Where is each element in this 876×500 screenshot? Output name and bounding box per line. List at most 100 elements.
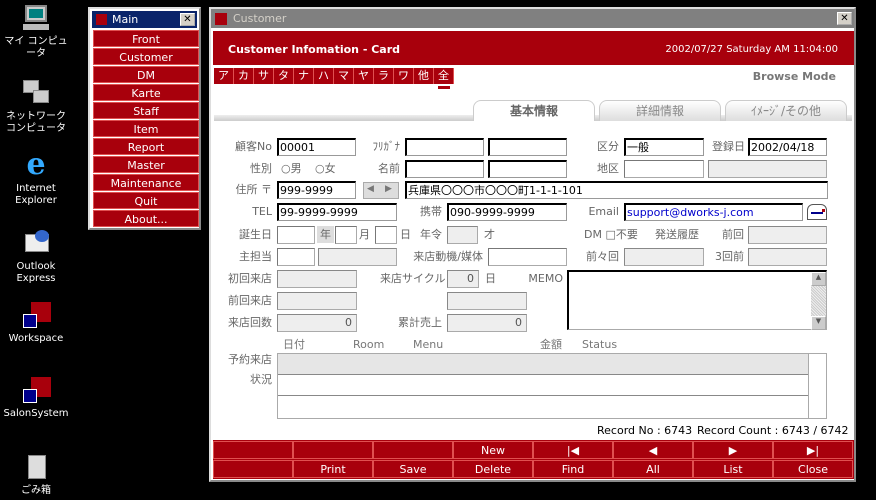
footer-prev-button[interactable]: ◀ (613, 441, 693, 459)
close-icon[interactable]: ✕ (180, 13, 195, 26)
dm-last-input[interactable] (748, 226, 827, 244)
area-name-input[interactable] (708, 160, 827, 178)
footer-first-button[interactable]: |◀ (533, 441, 613, 459)
birth-year-input[interactable] (277, 226, 315, 244)
menu-item-item[interactable]: Item (93, 120, 199, 137)
kana-filter-button[interactable]: 全 (434, 68, 454, 84)
footer-close-button[interactable]: Close (773, 460, 853, 478)
kana-filter-button[interactable]: ナ (294, 68, 314, 84)
footer-print-button[interactable]: Print (293, 460, 373, 478)
footer-save-button[interactable]: Save (373, 460, 453, 478)
footer-list-button[interactable]: List (693, 460, 773, 478)
menu-item-dm[interactable]: DM (93, 66, 199, 83)
footer-delete-button[interactable]: Delete (453, 460, 533, 478)
kana-filter-button[interactable]: ワ (394, 68, 414, 84)
name-last-input[interactable] (405, 160, 484, 178)
main-title-bar[interactable]: Main ✕ (92, 11, 197, 28)
menu-item-karte[interactable]: Karte (93, 84, 199, 101)
menu-item-quit[interactable]: Quit (93, 192, 199, 209)
scroll-down-icon[interactable]: ▼ (811, 316, 826, 330)
status-label-label: 状況 (250, 373, 272, 386)
last-visit-extra-input[interactable] (447, 292, 527, 310)
footer-all-button[interactable]: All (613, 460, 693, 478)
visit-count-input[interactable]: 0 (277, 314, 357, 332)
footer-next-button[interactable]: ▶ (693, 441, 773, 459)
menu-item-maintenance[interactable]: Maintenance (93, 174, 199, 191)
table-row[interactable] (278, 354, 808, 375)
age-input[interactable] (447, 226, 478, 244)
menu-item-master[interactable]: Master (93, 156, 199, 173)
tab-basic[interactable]: 基本情報 (473, 100, 595, 121)
scroll-up-icon[interactable]: ▲ (811, 272, 826, 286)
mobile-input[interactable]: 090-9999-9999 (447, 203, 567, 221)
name-first-input[interactable] (488, 160, 567, 178)
kana-filter-button[interactable]: ラ (374, 68, 394, 84)
total-sales-input[interactable]: 0 (447, 314, 527, 332)
internet-explorer-icon: e (26, 147, 46, 182)
footer-last-button[interactable]: ▶| (773, 441, 853, 459)
prev-arrow-icon[interactable]: ◀ (367, 184, 374, 194)
column-header: Menu (413, 338, 444, 351)
year-button[interactable]: 年 (317, 226, 334, 243)
first-visit-label: 初回来店 (228, 272, 272, 285)
kana-filter-button[interactable]: サ (254, 68, 274, 84)
desktop-icon-recycle-bin[interactable]: ごみ箱 (0, 452, 72, 497)
record-count: Record Count : 6743 / 6742 (697, 424, 849, 437)
icon-label: マイ コンピュータ (4, 36, 68, 59)
birth-month-input[interactable] (335, 226, 357, 244)
category-input[interactable]: 一般 (624, 138, 704, 156)
staff-input[interactable] (277, 248, 315, 266)
tel-input[interactable]: 99-9999-9999 (277, 203, 397, 221)
table-row[interactable] (278, 396, 808, 417)
send-email-icon[interactable] (807, 204, 827, 220)
close-icon[interactable]: ✕ (837, 12, 852, 25)
footer-new-button[interactable]: New (453, 441, 533, 459)
kana-filter-button[interactable]: ア (214, 68, 234, 84)
menu-item-report[interactable]: Report (93, 138, 199, 155)
kana-filter-button[interactable]: 他 (414, 68, 434, 84)
customer-title-bar[interactable]: Customer ✕ (211, 9, 854, 28)
desktop-icon-network[interactable]: ネットワーク コンピュータ (0, 78, 72, 135)
kana-filter-button[interactable]: ヤ (354, 68, 374, 84)
area-input[interactable] (624, 160, 704, 178)
menu-item-customer[interactable]: Customer (93, 48, 199, 65)
menu-item-about[interactable]: About... (93, 210, 199, 227)
mobile-label: 携帯 (420, 205, 442, 218)
column-header: 金額 (540, 338, 562, 351)
memo-scrollbar[interactable]: ▲ ▼ (811, 272, 826, 330)
next-arrow-icon[interactable]: ▶ (385, 184, 392, 194)
staff-name-input[interactable] (318, 248, 397, 266)
last-visit-input[interactable] (277, 292, 357, 310)
kana-filter-button[interactable]: タ (274, 68, 294, 84)
zip-input[interactable]: 999-9999 (277, 181, 356, 199)
customer-no-input[interactable]: 00001 (277, 138, 356, 156)
kana-filter-button[interactable]: カ (234, 68, 254, 84)
kana-filter-button[interactable]: マ (334, 68, 354, 84)
menu-item-front[interactable]: Front (93, 30, 199, 47)
desktop-icon-ie[interactable]: e Internet Explorer (0, 150, 72, 207)
desktop-icon-outlook[interactable]: Outlook Express (0, 228, 72, 285)
cycle-input[interactable]: 0 (447, 270, 479, 288)
dm-before-last-input[interactable] (624, 248, 704, 266)
registered-date-input[interactable]: 2002/04/18 (748, 138, 827, 156)
birth-day-input[interactable] (375, 226, 397, 244)
motive-input[interactable] (488, 248, 567, 266)
desktop-icon-my-computer[interactable]: マイ コンピュータ (0, 3, 72, 60)
address-input[interactable]: 兵庫県〇〇〇市〇〇〇町1-1-1-101 (405, 181, 828, 199)
email-input[interactable]: support@dworks-j.com (624, 203, 803, 221)
app-icon (215, 13, 227, 25)
dm-three-before-input[interactable] (748, 248, 827, 266)
desktop-icon-workspace[interactable]: Workspace (0, 300, 72, 345)
memo-textarea[interactable]: ▲ ▼ (567, 270, 827, 330)
furigana-first-input[interactable] (488, 138, 567, 156)
tab-image-other[interactable]: ｲﾒｰｼﾞ/その他 (725, 100, 847, 121)
column-header: Status (582, 338, 618, 351)
kana-filter-button[interactable]: ハ (314, 68, 334, 84)
table-row[interactable] (278, 375, 808, 396)
first-visit-input[interactable] (277, 270, 357, 288)
furigana-last-input[interactable] (405, 138, 484, 156)
tab-detail[interactable]: 詳細情報 (599, 100, 721, 121)
menu-item-staff[interactable]: Staff (93, 102, 199, 119)
desktop-icon-salonsystem[interactable]: SalonSystem (0, 375, 72, 420)
footer-find-button[interactable]: Find (533, 460, 613, 478)
